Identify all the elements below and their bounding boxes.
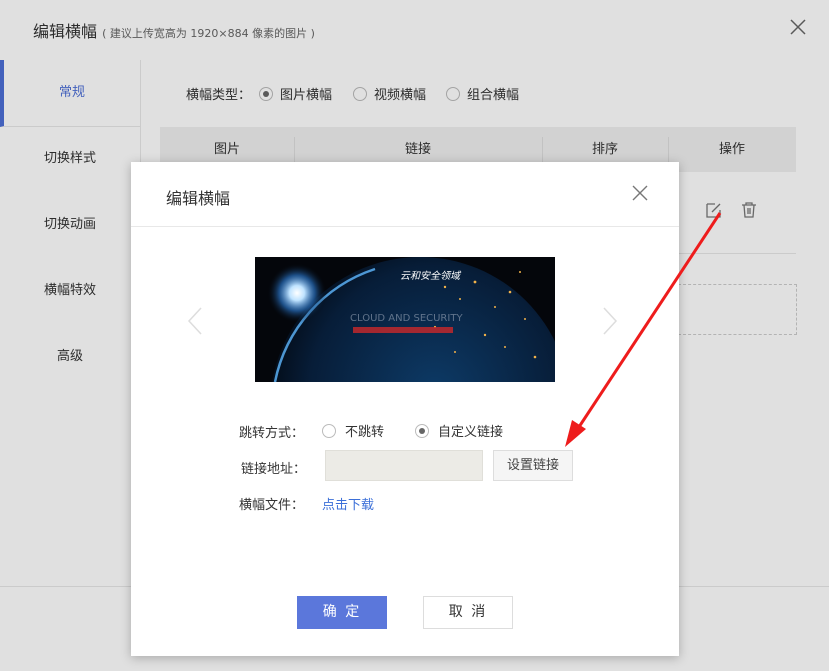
edit-banner-modal: 编辑横幅 云和安全领域 CLOUD AND SECURITY 跳转方式： 不跳转…	[131, 162, 679, 656]
modal-title: 编辑横幅	[166, 189, 231, 208]
confirm-button[interactable]: 确 定	[297, 596, 387, 629]
banner-subheadline: CLOUD AND SECURITY	[350, 313, 463, 324]
chevron-right-icon[interactable]	[601, 306, 619, 336]
jump-none-label: 不跳转	[345, 425, 385, 440]
link-address-input[interactable]	[325, 450, 483, 481]
banner-headline: 云和安全领域	[400, 270, 462, 282]
set-link-button[interactable]: 设置链接	[493, 450, 573, 481]
jump-custom-label: 自定义链接	[438, 425, 504, 440]
banner-file-label: 横幅文件：	[239, 498, 305, 513]
link-address-label: 链接地址：	[241, 462, 307, 477]
cancel-button[interactable]: 取 消	[423, 596, 513, 629]
radio-selected-icon[interactable]	[415, 423, 429, 438]
banner-preview-image: 云和安全领域 CLOUD AND SECURITY	[255, 257, 555, 382]
jump-none-option[interactable]: 不跳转	[322, 421, 384, 440]
chevron-left-icon[interactable]	[186, 306, 204, 336]
close-icon[interactable]	[631, 184, 649, 202]
download-link[interactable]: 点击下载	[322, 494, 374, 513]
radio-icon[interactable]	[322, 423, 336, 438]
jump-mode-label: 跳转方式：	[239, 426, 305, 441]
jump-custom-option[interactable]: 自定义链接	[415, 421, 503, 440]
modal-header-divider	[131, 226, 679, 227]
